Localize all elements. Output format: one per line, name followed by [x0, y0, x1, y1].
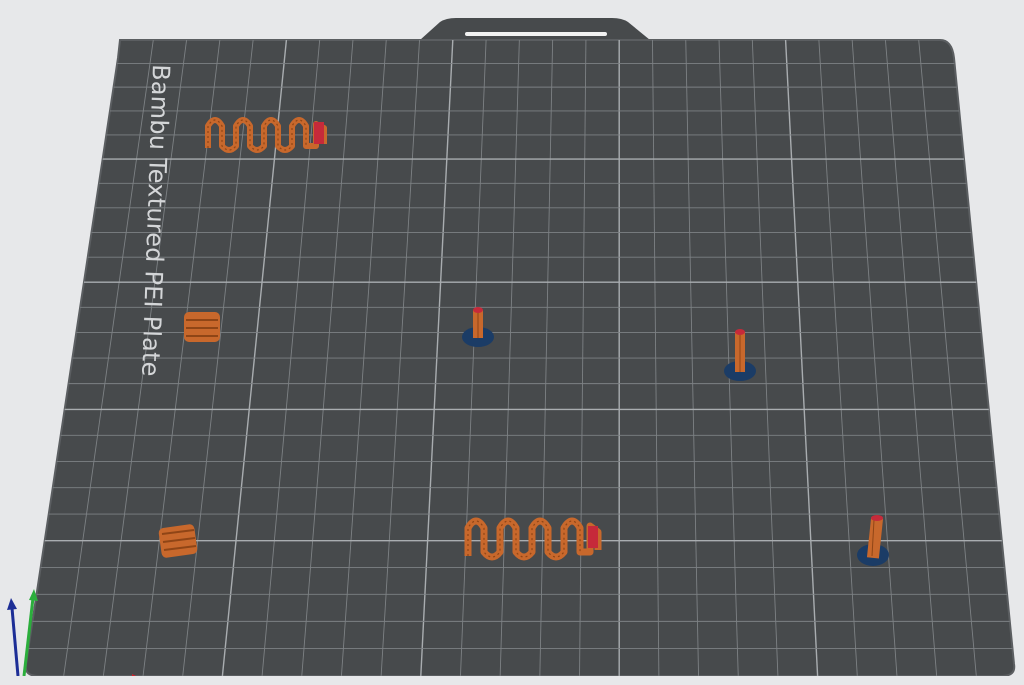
plate-handle-slot — [465, 32, 607, 36]
coil-small-left[interactable] — [184, 312, 220, 342]
bottom-toolbar-strip — [0, 676, 1024, 685]
z-axis — [10, 607, 20, 677]
spring-model-top-left[interactable] — [205, 117, 327, 153]
build-plate-scene: Bambu Textured PEI Plate — [7, 18, 1016, 682]
coil-small-bottom-left[interactable] — [158, 524, 198, 559]
3d-viewport[interactable]: Bambu Textured PEI Plate — [0, 0, 1024, 685]
plate-handle-tab — [420, 18, 650, 40]
